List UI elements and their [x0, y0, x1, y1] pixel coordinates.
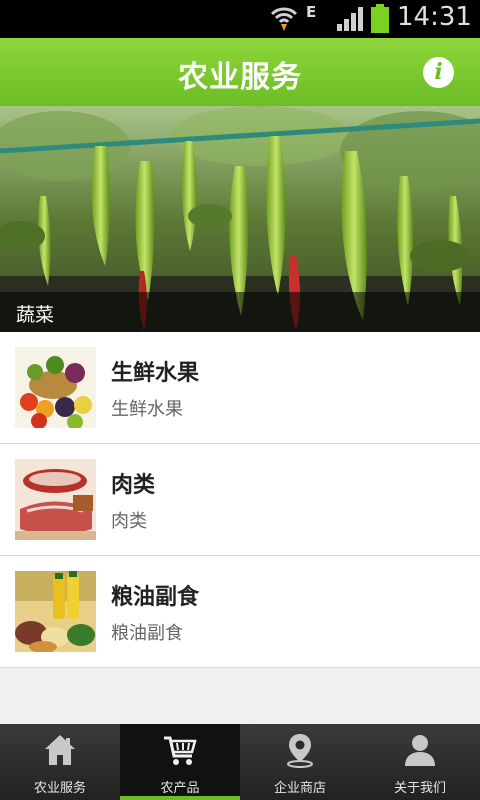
page-title: 农业服务 — [178, 60, 302, 95]
signal-icon — [336, 6, 366, 36]
battery-icon — [371, 4, 389, 38]
item-title: 粮油副食 — [111, 585, 200, 610]
list-item-meat[interactable]: 肉类 肉类 — [0, 444, 480, 556]
tab-agri-products[interactable]: 农产品 — [120, 724, 240, 800]
network-type: E — [306, 3, 317, 21]
tab-label: 企业商店 — [273, 781, 326, 796]
item-title: 肉类 — [111, 473, 156, 498]
banner-caption-bar: 蔬菜 — [0, 292, 480, 332]
category-list: 生鲜水果 生鲜水果 肉类 肉类 粮油副食 粮油副食 — [0, 332, 480, 668]
tab-label: 农业服务 — [33, 781, 86, 796]
tab-label: 关于我们 — [393, 781, 446, 796]
item-description: 肉类 — [111, 511, 147, 532]
bottom-tab-bar: 农业服务 农产品 企业商店 关于我们 — [0, 724, 480, 800]
item-description: 生鲜水果 — [111, 399, 183, 420]
person-icon — [402, 732, 438, 768]
wifi-icon — [270, 4, 298, 36]
item-title: 生鲜水果 — [111, 361, 200, 386]
app-header: 农业服务 i — [0, 38, 480, 106]
tab-enterprise-store[interactable]: 企业商店 — [240, 724, 360, 800]
grain-oil-image — [15, 571, 96, 652]
tab-agri-service[interactable]: 农业服务 — [0, 724, 120, 800]
list-item-grain-oil[interactable]: 粮油副食 粮油副食 — [0, 556, 480, 668]
status-bar: E 14:31 — [0, 0, 480, 38]
info-icon[interactable]: i — [423, 57, 454, 88]
banner-caption: 蔬菜 — [16, 304, 55, 326]
home-icon — [42, 732, 78, 768]
meat-image — [15, 459, 96, 540]
banner-carousel[interactable]: 蔬菜 — [0, 106, 480, 332]
tab-label: 农产品 — [160, 781, 200, 796]
tab-about-us[interactable]: 关于我们 — [360, 724, 480, 800]
status-time: 14:31 — [397, 2, 472, 32]
item-description: 粮油副食 — [111, 623, 183, 644]
fruit-image — [15, 347, 96, 428]
location-pin-icon — [282, 732, 318, 768]
cart-icon — [162, 732, 198, 768]
list-item-fresh-fruit[interactable]: 生鲜水果 生鲜水果 — [0, 332, 480, 444]
